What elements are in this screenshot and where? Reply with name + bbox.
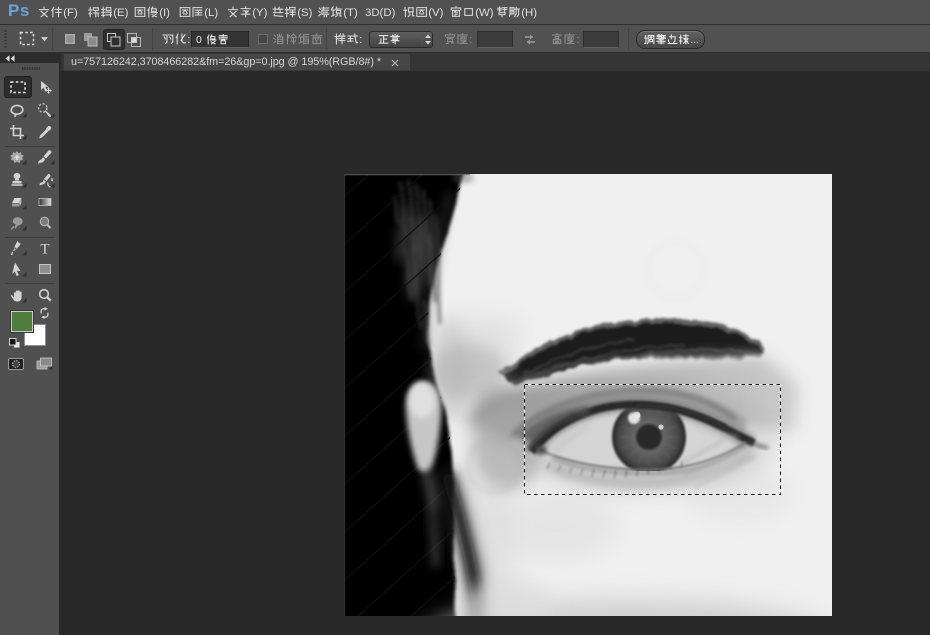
svg-text:(H): (H) xyxy=(521,7,537,19)
svg-text::: : xyxy=(576,34,579,46)
svg-text:(S): (S) xyxy=(297,7,312,19)
svg-text:(Y): (Y) xyxy=(252,7,267,19)
svg-text::: : xyxy=(469,34,472,46)
svg-text:...: ... xyxy=(690,35,699,46)
svg-text:0: 0 xyxy=(196,35,202,46)
svg-text:(W): (W) xyxy=(475,7,494,19)
svg-text:(F): (F) xyxy=(63,7,78,19)
svg-text:(L): (L) xyxy=(204,7,218,19)
svg-text:(E): (E) xyxy=(113,7,128,19)
svg-text::: : xyxy=(187,34,190,46)
svg-text:(I): (I) xyxy=(159,7,170,19)
svg-text:(T): (T) xyxy=(343,7,358,19)
svg-text:T: T xyxy=(40,241,49,256)
svg-text:3D(D): 3D(D) xyxy=(365,7,396,19)
svg-text::: : xyxy=(359,34,362,46)
svg-text:(V): (V) xyxy=(428,7,443,19)
